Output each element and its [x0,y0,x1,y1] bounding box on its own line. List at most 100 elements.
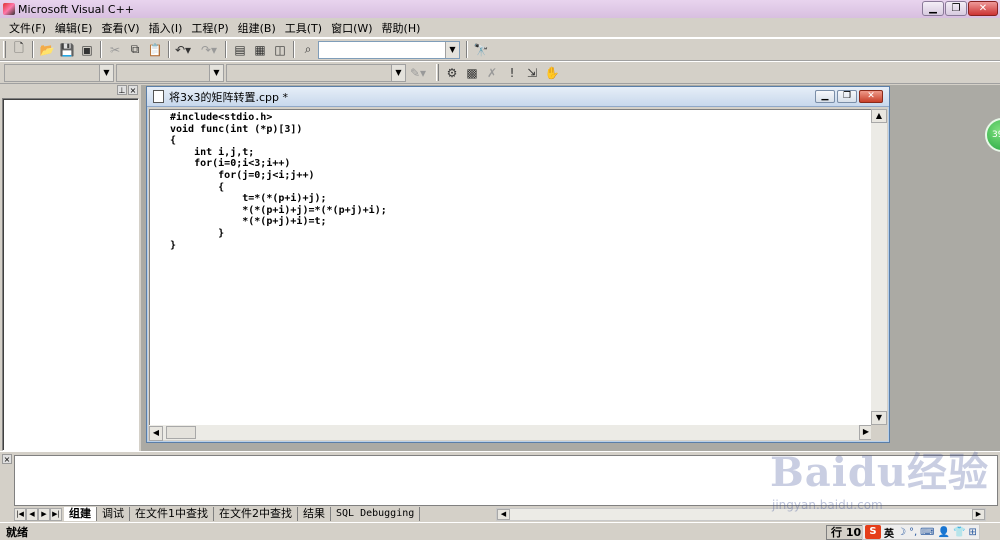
tab-results[interactable]: 结果 [298,507,331,521]
go-icon[interactable]: ⇲ [522,63,542,82]
chevron-down-icon[interactable]: ▼ [99,64,113,81]
editor-minimize-button[interactable]: ▁ [815,90,835,103]
chevron-down-icon[interactable]: ▼ [391,64,405,81]
cut-icon[interactable]: ✂ [105,40,125,59]
workspace-header: ⊥ × [2,85,139,97]
editor-close-button[interactable]: ✕ [859,90,883,103]
close-button[interactable]: ✕ [968,1,998,16]
tab-debug[interactable]: 调试 [97,507,130,521]
tab-last-icon[interactable]: ▶| [50,507,62,521]
minimize-button[interactable]: ▁ [922,1,944,16]
compile-icon[interactable]: ⚙ [442,63,462,82]
tab-sql-debugging[interactable]: SQL Debugging [331,507,421,521]
pin-icon[interactable]: ⊥ [117,85,127,95]
menu-bar: 文件(F) 编辑(E) 查看(V) 插入(I) 工程(P) 组建(B) 工具(T… [0,18,1000,38]
scroll-up-icon[interactable]: ▲ [871,109,887,123]
find-combo[interactable]: ▼ [318,40,460,59]
open-icon[interactable]: 📂 [37,40,57,59]
ime-language[interactable]: 英 [884,525,894,540]
workspace-icon[interactable]: ▤ [230,40,250,59]
toolbar-grip[interactable] [436,64,439,81]
workspace-tree[interactable] [2,98,139,451]
size-grip[interactable] [871,425,887,440]
paste-icon[interactable]: 📋 [145,40,165,59]
scroll-thumb[interactable] [166,426,196,439]
scroll-left-icon[interactable]: ◀ [497,509,510,520]
chevron-down-icon[interactable]: ▼ [209,64,223,81]
editor-filename: 将3x3的矩阵转置.cpp * [169,90,289,104]
scroll-right-icon[interactable]: ▶ [972,509,985,520]
punctuation-icon[interactable]: °, [909,527,917,538]
output-pane-grip[interactable]: × [2,454,12,514]
output-horizontal-scrollbar[interactable]: ◀ ▶ [496,508,986,521]
save-all-icon[interactable]: ▣ [77,40,97,59]
workspace-pane: ⊥ × [2,85,139,451]
undo-icon[interactable]: ↶▾ [173,40,193,59]
editor-restore-button[interactable]: ❐ [837,90,857,103]
editor-title-bar[interactable]: 将3x3的矩阵转置.cpp * ▁ ❐ ✕ [147,87,889,107]
scroll-down-icon[interactable]: ▼ [871,411,887,425]
output-tabs: |◀ ◀ ▶ ▶| 组建 调试 在文件1中查找 在文件2中查找 结果 SQL D… [14,507,504,521]
scroll-left-icon[interactable]: ◀ [149,426,163,441]
menu-tools[interactable]: 工具(T) [281,20,327,36]
tab-scroll-controls: |◀ ◀ ▶ ▶| [14,507,62,521]
menu-window[interactable]: 窗口(W) [327,20,377,36]
stop-build-icon[interactable]: ✗ [482,63,502,82]
save-icon[interactable]: 💾 [57,40,77,59]
menu-project[interactable]: 工程(P) [187,20,233,36]
members-combo[interactable]: ▼ [226,63,406,82]
output-icon[interactable]: ▦ [250,40,270,59]
toolbar-separator [32,41,34,58]
close-icon[interactable]: × [2,454,12,464]
tab-find-in-files-2[interactable]: 在文件2中查找 [214,507,298,521]
wizard-icon[interactable]: ✎▾ [408,63,428,82]
tab-first-icon[interactable]: |◀ [14,507,26,521]
horizontal-scrollbar[interactable]: ◀ ▶ [149,425,873,441]
user-icon[interactable]: 👤 [938,527,950,538]
grid-icon[interactable]: ⊞ [969,527,977,538]
close-icon[interactable]: × [128,85,138,95]
execute-icon[interactable]: ! [502,63,522,82]
tab-prev-icon[interactable]: ◀ [26,507,38,521]
editor-window: 将3x3的矩阵转置.cpp * ▁ ❐ ✕ #include<stdio.h> … [146,86,890,443]
find-in-files-icon[interactable]: ⌕ [298,40,318,59]
output-pane: × |◀ ◀ ▶ ▶| 组建 调试 在文件1中查找 在文件2中查找 结果 SQL… [0,451,1000,521]
keyboard-icon[interactable]: ⌨ [920,527,934,538]
toolbar-grip[interactable] [3,41,6,58]
tab-build[interactable]: 组建 [64,507,97,521]
find-icon[interactable]: 🔭 [471,40,491,59]
editor-window-controls: ▁ ❐ ✕ [815,90,883,103]
status-bar: 就绪 行 10, 列 S 英 ☽ °, ⌨ 👤 👕 ⊞ [0,522,1000,540]
toolbar-separator [293,41,295,58]
window-list-icon[interactable]: ◫ [270,40,290,59]
chevron-down-icon[interactable]: ▼ [445,41,459,58]
menu-insert[interactable]: 插入(I) [145,20,188,36]
ime-logo-icon[interactable]: S [865,525,881,539]
title-bar: Microsoft Visual C++ ▁ ❐ ✕ [0,0,1000,18]
menu-help[interactable]: 帮助(H) [378,20,426,36]
output-text[interactable] [14,455,998,506]
code-editor[interactable]: #include<stdio.h> void func(int (*p)[3])… [149,109,873,425]
vertical-scrollbar[interactable]: ▲ ▼ [871,109,887,425]
shirt-icon[interactable]: 👕 [953,527,965,538]
app-icon [3,3,15,15]
window-title: Microsoft Visual C++ [18,2,135,16]
new-file-icon[interactable]: 🗋 [9,40,29,59]
filter-combo[interactable]: ▼ [116,63,224,82]
build-icon[interactable]: ▩ [462,63,482,82]
tab-find-in-files-1[interactable]: 在文件1中查找 [130,507,214,521]
menu-edit[interactable]: 编辑(E) [51,20,98,36]
copy-icon[interactable]: ⧉ [125,40,145,59]
menu-file[interactable]: 文件(F) [5,20,51,36]
maximize-button[interactable]: ❐ [945,1,967,16]
menu-build[interactable]: 组建(B) [234,20,281,36]
tab-next-icon[interactable]: ▶ [38,507,50,521]
redo-icon[interactable]: ↷▾ [199,40,219,59]
moon-icon[interactable]: ☽ [897,527,906,538]
source-code: #include<stdio.h> void func(int (*p)[3])… [170,112,387,251]
editor-gutter[interactable] [150,110,168,425]
ime-toolbar[interactable]: S 英 ☽ °, ⌨ 👤 👕 ⊞ [862,524,980,540]
menu-view[interactable]: 查看(V) [97,20,144,36]
class-combo[interactable]: ▼ [4,63,114,82]
breakpoint-icon[interactable]: ✋ [542,63,562,82]
